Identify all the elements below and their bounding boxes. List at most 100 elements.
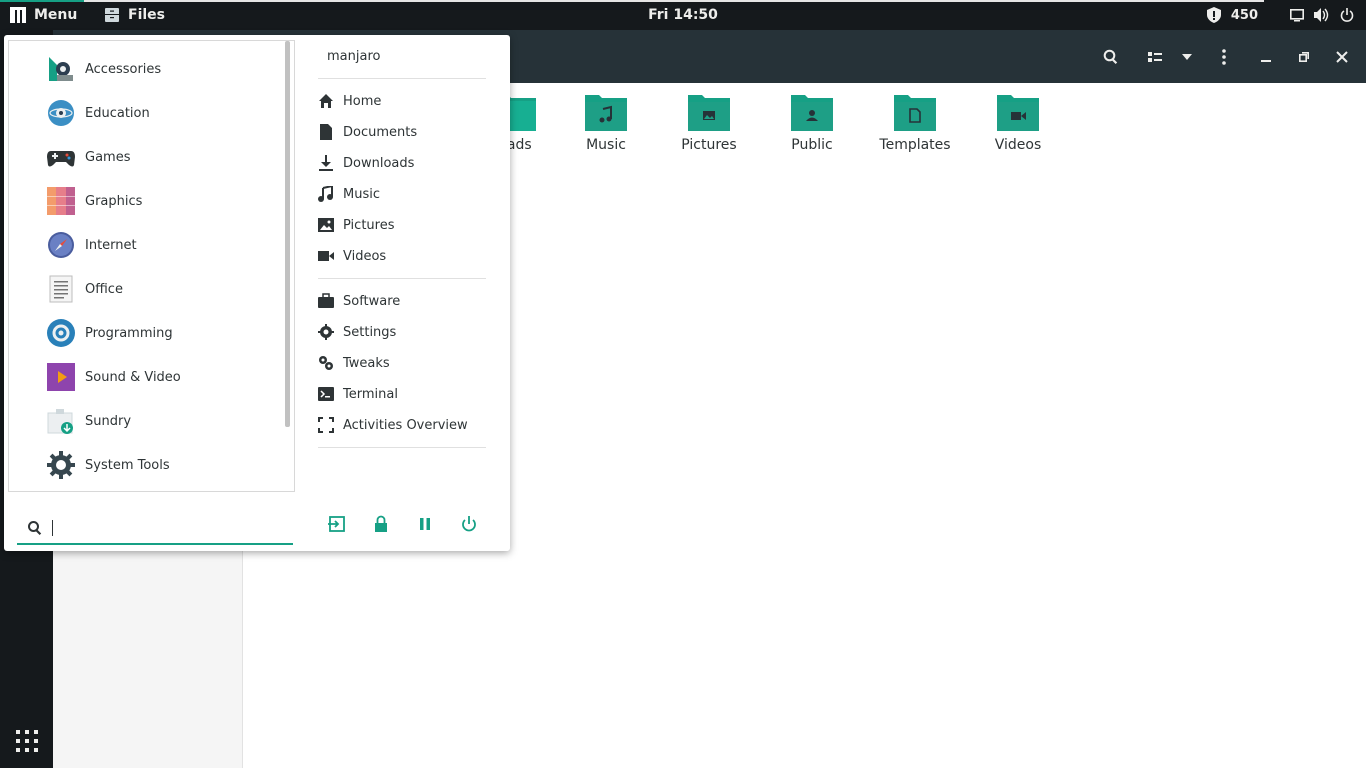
user-name[interactable]: manjaro: [327, 49, 380, 64]
view-options-button[interactable]: [1171, 30, 1203, 83]
folder-templates-icon: [894, 95, 936, 131]
place-label: Videos: [343, 248, 387, 264]
show-applications-icon[interactable]: [16, 730, 38, 752]
logout-icon[interactable]: [328, 515, 346, 533]
separator: [318, 447, 486, 448]
minimize-button[interactable]: [1250, 30, 1282, 83]
panel-accent-line: [0, 0, 1264, 2]
media-play-icon: [47, 363, 75, 391]
system-activities-overview[interactable]: Activities Overview: [318, 413, 488, 437]
system-label: Activities Overview: [343, 417, 468, 433]
place-music[interactable]: Music: [318, 182, 488, 206]
power-off-icon[interactable]: [460, 515, 478, 533]
system-settings[interactable]: Settings: [318, 320, 488, 344]
package-icon: [47, 409, 73, 434]
place-label: Downloads: [343, 155, 415, 171]
education-icon: [48, 100, 74, 126]
document-icon: [49, 275, 73, 303]
place-label: Pictures: [343, 217, 395, 233]
folder-item-public[interactable]: Public: [762, 95, 862, 153]
folder-item-pictures[interactable]: Pictures: [659, 95, 759, 153]
folder-videos-icon: [997, 95, 1039, 131]
system-label: Software: [343, 293, 401, 309]
search-button[interactable]: [1095, 30, 1127, 83]
category-label: Office: [85, 281, 123, 297]
video-camera-icon: [318, 251, 334, 261]
screen-icon[interactable]: [1290, 8, 1304, 22]
category-sundry[interactable]: Sundry: [9, 399, 279, 443]
list-view-icon: [1148, 51, 1162, 62]
compass-icon: [48, 232, 74, 258]
main-menu-button[interactable]: [1208, 30, 1240, 83]
folder-pictures-icon: [688, 95, 730, 131]
place-downloads[interactable]: Downloads: [318, 151, 488, 175]
menu-button[interactable]: Menu: [10, 0, 77, 30]
folder-item-videos[interactable]: Videos: [968, 95, 1068, 153]
category-list: Accessories Education Games Graphics Int…: [8, 40, 295, 492]
power-icon[interactable]: [1340, 8, 1354, 22]
place-pictures[interactable]: Pictures: [318, 213, 488, 237]
separator: [318, 78, 486, 79]
search-box[interactable]: [17, 511, 293, 545]
category-label: System Tools: [85, 457, 170, 473]
folder-label: Templates: [879, 137, 951, 153]
gear-icon: [47, 451, 75, 479]
minimize-icon: [1261, 59, 1271, 62]
category-education[interactable]: Education: [9, 91, 279, 135]
category-label: Sundry: [85, 413, 132, 429]
system-tweaks[interactable]: Tweaks: [318, 351, 488, 375]
terminal-icon: [318, 387, 334, 401]
place-documents[interactable]: Documents: [318, 120, 488, 144]
music-note-icon: [318, 186, 333, 202]
place-videos[interactable]: Videos: [318, 244, 488, 268]
file-icon: [320, 124, 332, 140]
search-icon: [1103, 49, 1118, 64]
manjaro-logo-icon: [10, 7, 26, 23]
search-icon: [28, 521, 42, 536]
accessories-icon: [49, 57, 73, 81]
download-icon: [319, 155, 333, 171]
menu-label: Menu: [34, 7, 78, 23]
place-home[interactable]: Home: [318, 89, 488, 113]
category-programming[interactable]: Programming: [9, 311, 279, 355]
category-accessories[interactable]: Accessories: [9, 47, 279, 91]
system-label: Settings: [343, 324, 397, 340]
files-label: Files: [128, 7, 165, 23]
top-panel: Menu Files Fri 14:50 450: [0, 0, 1366, 30]
system-terminal[interactable]: Terminal: [318, 382, 488, 406]
restore-icon: [1299, 51, 1309, 62]
gamepad-icon: [47, 151, 75, 167]
category-internet[interactable]: Internet: [9, 223, 279, 267]
kebab-menu-icon: [1222, 48, 1226, 65]
shield-icon[interactable]: [1206, 7, 1221, 23]
category-label: Education: [85, 105, 150, 121]
folder-item-music[interactable]: Music: [556, 95, 656, 153]
category-graphics[interactable]: Graphics: [9, 179, 279, 223]
system-software[interactable]: Software: [318, 289, 488, 313]
application-menu: Accessories Education Games Graphics Int…: [4, 35, 510, 551]
view-toggle-button[interactable]: [1139, 30, 1171, 83]
folder-label: Videos: [994, 137, 1042, 153]
suspend-icon[interactable]: [416, 515, 434, 533]
category-label: Accessories: [85, 61, 162, 77]
maximize-button[interactable]: [1288, 30, 1320, 83]
category-games[interactable]: Games: [9, 135, 279, 179]
programming-gear-icon: [47, 319, 75, 347]
clock-label[interactable]: Fri 14:50: [648, 7, 718, 23]
category-system-tools[interactable]: System Tools: [9, 443, 279, 487]
search-input[interactable]: [49, 517, 285, 539]
close-icon: [1336, 50, 1348, 63]
close-button[interactable]: [1326, 30, 1358, 83]
category-sound-video[interactable]: Sound & Video: [9, 355, 279, 399]
chevron-down-icon: [1182, 53, 1192, 60]
folder-item-templates[interactable]: Templates: [865, 95, 965, 153]
files-app-button[interactable]: Files: [104, 0, 165, 30]
lock-icon[interactable]: [372, 515, 390, 533]
category-scrollbar[interactable]: [285, 41, 290, 427]
volume-icon[interactable]: [1314, 8, 1330, 22]
place-label: Documents: [343, 124, 418, 140]
image-icon: [318, 218, 334, 232]
settings-gear-icon: [318, 324, 334, 340]
category-office[interactable]: Office: [9, 267, 279, 311]
folder-label: Public: [791, 137, 833, 153]
